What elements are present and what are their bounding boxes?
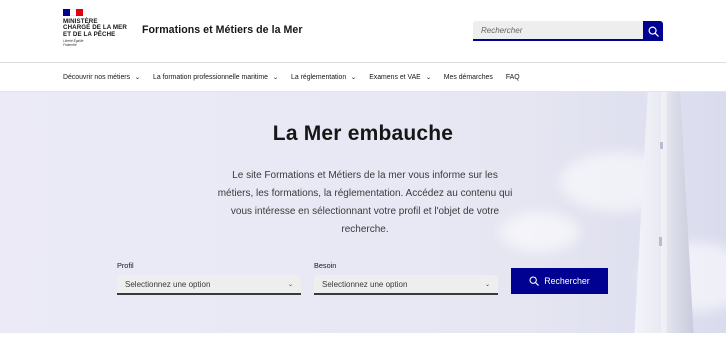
site-header: Ministère chargé de la mer et de la pêch… [0,0,726,62]
nav-item-formation-maritime[interactable]: La formation professionnelle maritime ⌄ [153,74,278,81]
search-bar [473,21,663,41]
nav-item-label: Découvrir nos métiers [63,73,131,81]
nav-item-mes-demarches[interactable]: Mes démarches [444,74,493,81]
ministry-name-line: et de la pêche [63,30,116,38]
profil-select[interactable]: Selectionnez une option ⌄ [117,275,301,295]
chevron-down-icon: ⌄ [425,74,432,81]
hero-section: La Mer embauche Le site Formations et Mé… [0,92,726,333]
chevron-down-icon: ⌄ [484,281,490,288]
nav-item-label: Examens et VAE [369,73,421,81]
search-icon [648,26,659,37]
besoin-select-value: Selectionnez une option [322,279,408,289]
besoin-select[interactable]: Selectionnez une option ⌄ [314,275,498,295]
nav-item-label: La formation professionnelle maritime [153,73,268,81]
ministry-logo[interactable]: Ministère chargé de la mer et de la pêch… [63,9,131,53]
profil-label: Profil [117,261,134,270]
search-input[interactable] [473,21,643,41]
nav-item-faq[interactable]: FAQ [506,74,520,81]
nav-item-label: Mes démarches [443,73,493,81]
ministry-name: Ministère chargé de la mer et de la pêch… [63,18,131,38]
chevron-down-icon: ⌄ [134,74,141,81]
nav-item-label: FAQ [505,73,520,81]
chevron-down-icon: ⌄ [287,281,293,288]
site-title[interactable]: Formations et Métiers de la Mer [142,24,303,36]
nav-item-label: La réglementation [290,73,347,81]
nav-item-examens-vae[interactable]: Examens et VAE ⌄ [369,74,431,81]
besoin-label: Besoin [314,261,337,270]
republic-flag-icon [63,9,84,16]
rechercher-button-label: Rechercher [544,276,590,286]
republic-motto: Liberté Égalité Fraternité [63,39,84,47]
profil-select-value: Selectionnez une option [125,279,211,289]
chevron-down-icon: ⌄ [272,74,279,81]
search-icon [529,276,539,286]
nav-item-decouvrir-metiers[interactable]: Découvrir nos métiers ⌄ [63,73,141,81]
rechercher-button[interactable]: Rechercher [511,268,608,294]
hero-description: Le site Formations et Métiers de la mer … [217,170,513,235]
hero-title: La Mer embauche [272,122,454,145]
chevron-down-icon: ⌄ [350,74,357,81]
main-nav: Découvrir nos métiers ⌄ La formation pro… [63,63,533,91]
search-button[interactable] [643,21,663,41]
nav-item-reglementation[interactable]: La réglementation ⌄ [290,73,357,81]
